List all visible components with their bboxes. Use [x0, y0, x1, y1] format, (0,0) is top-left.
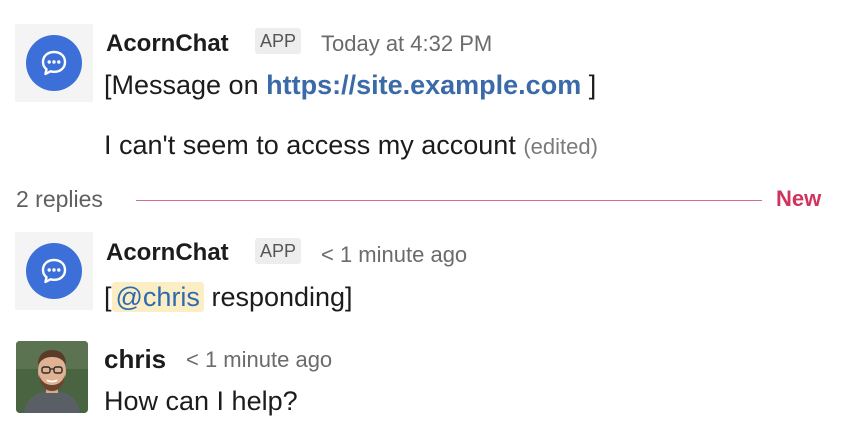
reply-prefix: [ — [104, 282, 112, 312]
chat-bubble-icon — [26, 243, 82, 299]
new-messages-divider — [136, 200, 762, 201]
reply-text: How can I help? — [104, 386, 298, 416]
reply-text: [@chris responding] — [104, 282, 353, 313]
user-avatar[interactable] — [16, 341, 88, 413]
sender-name[interactable]: chris — [104, 344, 166, 375]
message-text-line2: I can't seem to access my account (edite… — [104, 130, 598, 161]
message-text-line1: [Message on https://site.example.com ] — [104, 70, 596, 101]
message-timestamp[interactable]: < 1 minute ago — [321, 242, 467, 268]
reply-suffix: responding] — [211, 282, 353, 312]
message-suffix: ] — [588, 70, 597, 100]
sender-name[interactable]: AcornChat — [106, 30, 229, 58]
new-label: New — [776, 186, 822, 211]
message-prefix: [Message on — [104, 70, 259, 100]
replies-count[interactable]: 2 replies — [16, 186, 103, 213]
message-timestamp[interactable]: < 1 minute ago — [186, 347, 332, 373]
bot-avatar[interactable] — [15, 232, 93, 310]
chat-bubble-icon — [26, 35, 82, 91]
edited-label: (edited) — [523, 134, 598, 159]
message-timestamp[interactable]: Today at 4:32 PM — [321, 31, 492, 57]
message-link[interactable]: https://site.example.com — [266, 70, 581, 100]
user-mention[interactable]: @chris — [111, 282, 204, 312]
message-body: I can't seem to access my account — [104, 130, 516, 160]
sender-name[interactable]: AcornChat — [106, 239, 229, 267]
app-badge: APP — [255, 28, 302, 54]
app-badge: APP — [255, 238, 302, 264]
bot-avatar[interactable] — [15, 24, 93, 102]
